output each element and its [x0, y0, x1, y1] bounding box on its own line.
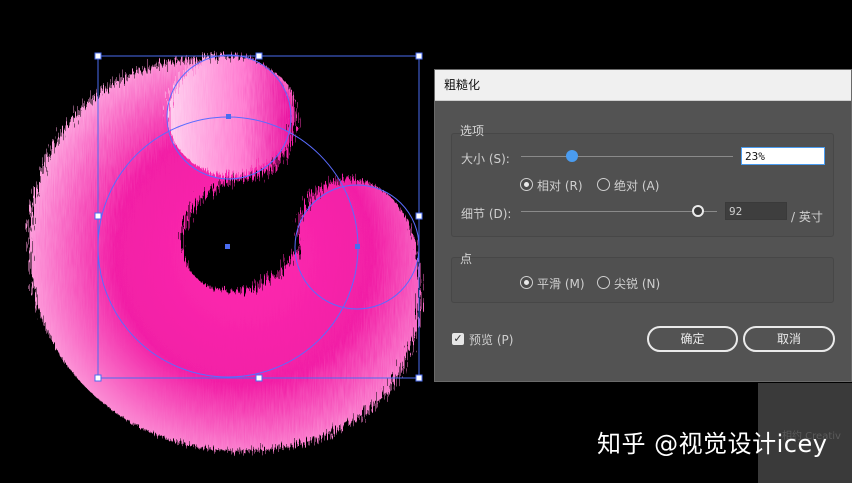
preview-checkbox[interactable]: ✓: [452, 333, 464, 345]
relative-radio[interactable]: [520, 178, 533, 191]
absolute-radio[interactable]: [597, 178, 610, 191]
relative-label[interactable]: 相对 (R): [537, 177, 583, 194]
size-label: 大小 (S):: [461, 152, 510, 166]
detail-unit: / 英寸: [791, 210, 823, 224]
ok-button[interactable]: 确定: [647, 326, 738, 352]
size-slider-knob[interactable]: [566, 150, 578, 162]
detail-slider-track[interactable]: [521, 211, 717, 212]
cancel-button[interactable]: 取消: [743, 326, 835, 352]
sharp-label[interactable]: 尖锐 (N): [614, 275, 660, 292]
smooth-radio[interactable]: [520, 276, 533, 289]
fur-artwork: [29, 55, 421, 451]
sharp-radio[interactable]: [597, 276, 610, 289]
detail-slider-knob[interactable]: [692, 205, 704, 217]
options-group-label: 选项: [460, 124, 485, 138]
detail-label: 细节 (D):: [461, 207, 512, 221]
point-group-label: 点: [460, 252, 473, 266]
smooth-label[interactable]: 平滑 (M): [537, 275, 585, 292]
size-input[interactable]: 23%: [741, 147, 825, 165]
size-slider-track[interactable]: [521, 156, 733, 157]
detail-input[interactable]: 92: [725, 202, 787, 220]
dialog-title[interactable]: 粗糙化: [435, 70, 851, 101]
absolute-label[interactable]: 绝对 (A): [614, 177, 659, 194]
watermark-text: 知乎 @视觉设计icey: [597, 430, 828, 458]
preview-label[interactable]: 预览 (P): [469, 331, 513, 348]
roughen-dialog: 粗糙化 选项 大小 (S): 23% 相对 (R) 绝对 (A) 细节 (D):…: [434, 69, 852, 382]
